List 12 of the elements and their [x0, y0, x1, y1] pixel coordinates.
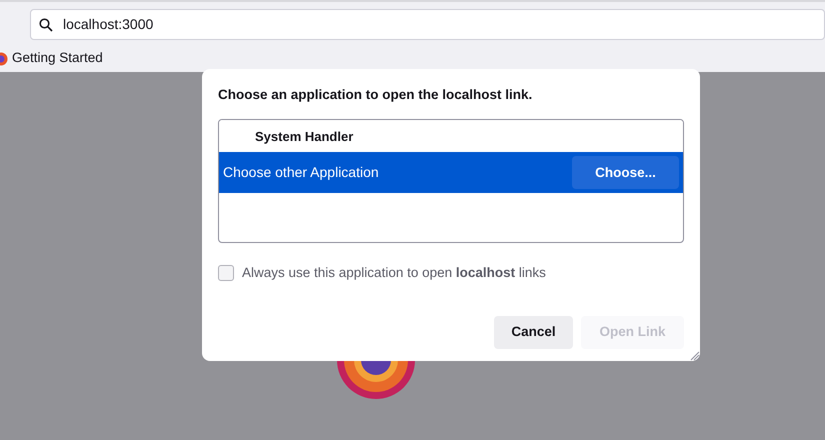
cancel-button[interactable]: Cancel [494, 316, 573, 348]
choose-button[interactable]: Choose... [572, 156, 679, 190]
handler-item[interactable]: Choose other Application [219, 152, 572, 194]
resize-grip-icon[interactable] [688, 349, 700, 361]
checkbox[interactable] [218, 265, 234, 282]
bookmark-item[interactable]: Getting Started [0, 48, 103, 69]
url-field[interactable]: localhost:3000 [63, 14, 363, 35]
checkbox-label: Always use this application to open localhost links [242, 264, 546, 282]
search-icon [39, 18, 53, 32]
address-bar[interactable]: localhost:3000 [30, 9, 825, 40]
dialog-title: Choose an application to open the localhost link. [218, 86, 534, 104]
handler-header[interactable]: System Handler [219, 120, 683, 152]
